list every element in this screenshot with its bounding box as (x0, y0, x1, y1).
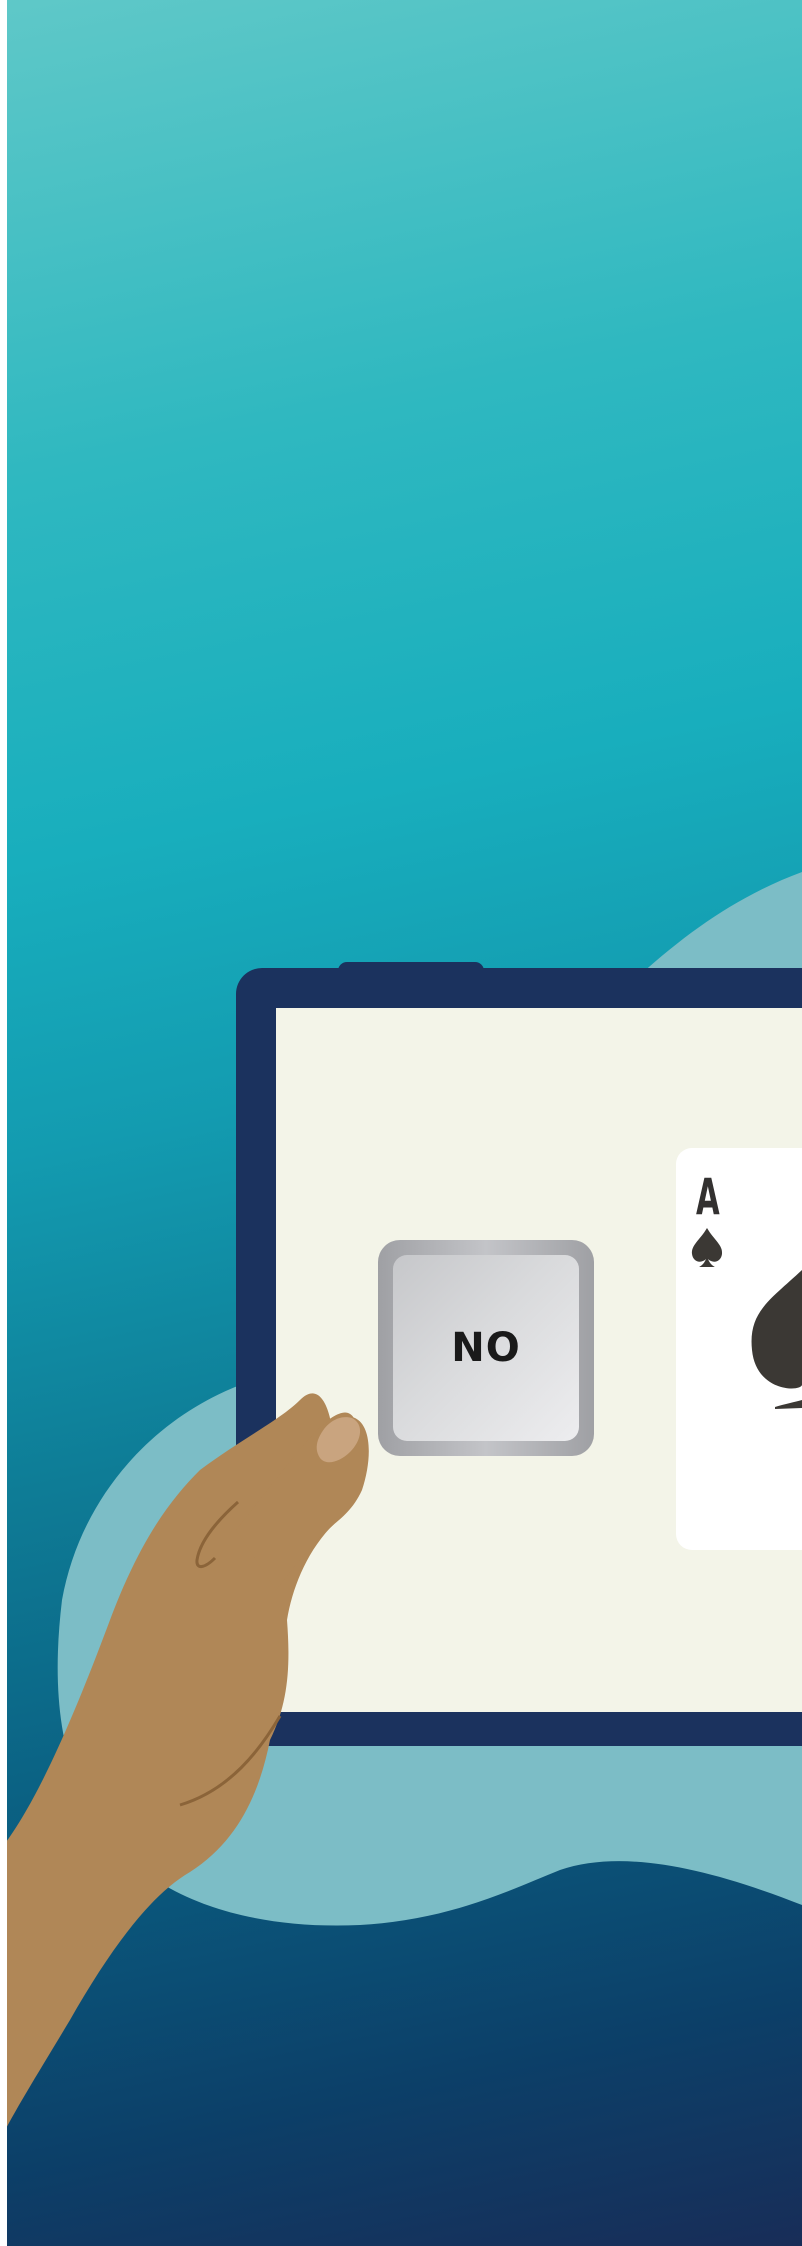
no-button[interactable]: NO (378, 1240, 594, 1456)
no-button-label: NO (451, 1325, 521, 1371)
left-edge-strip (0, 0, 7, 2246)
card-rank: A (696, 1168, 720, 1226)
scene-artwork (0, 872, 802, 2140)
no-button-face: NO (393, 1255, 579, 1441)
illustration-scene: NO A (0, 0, 802, 2246)
ace-of-spades-card[interactable] (676, 1148, 802, 1550)
